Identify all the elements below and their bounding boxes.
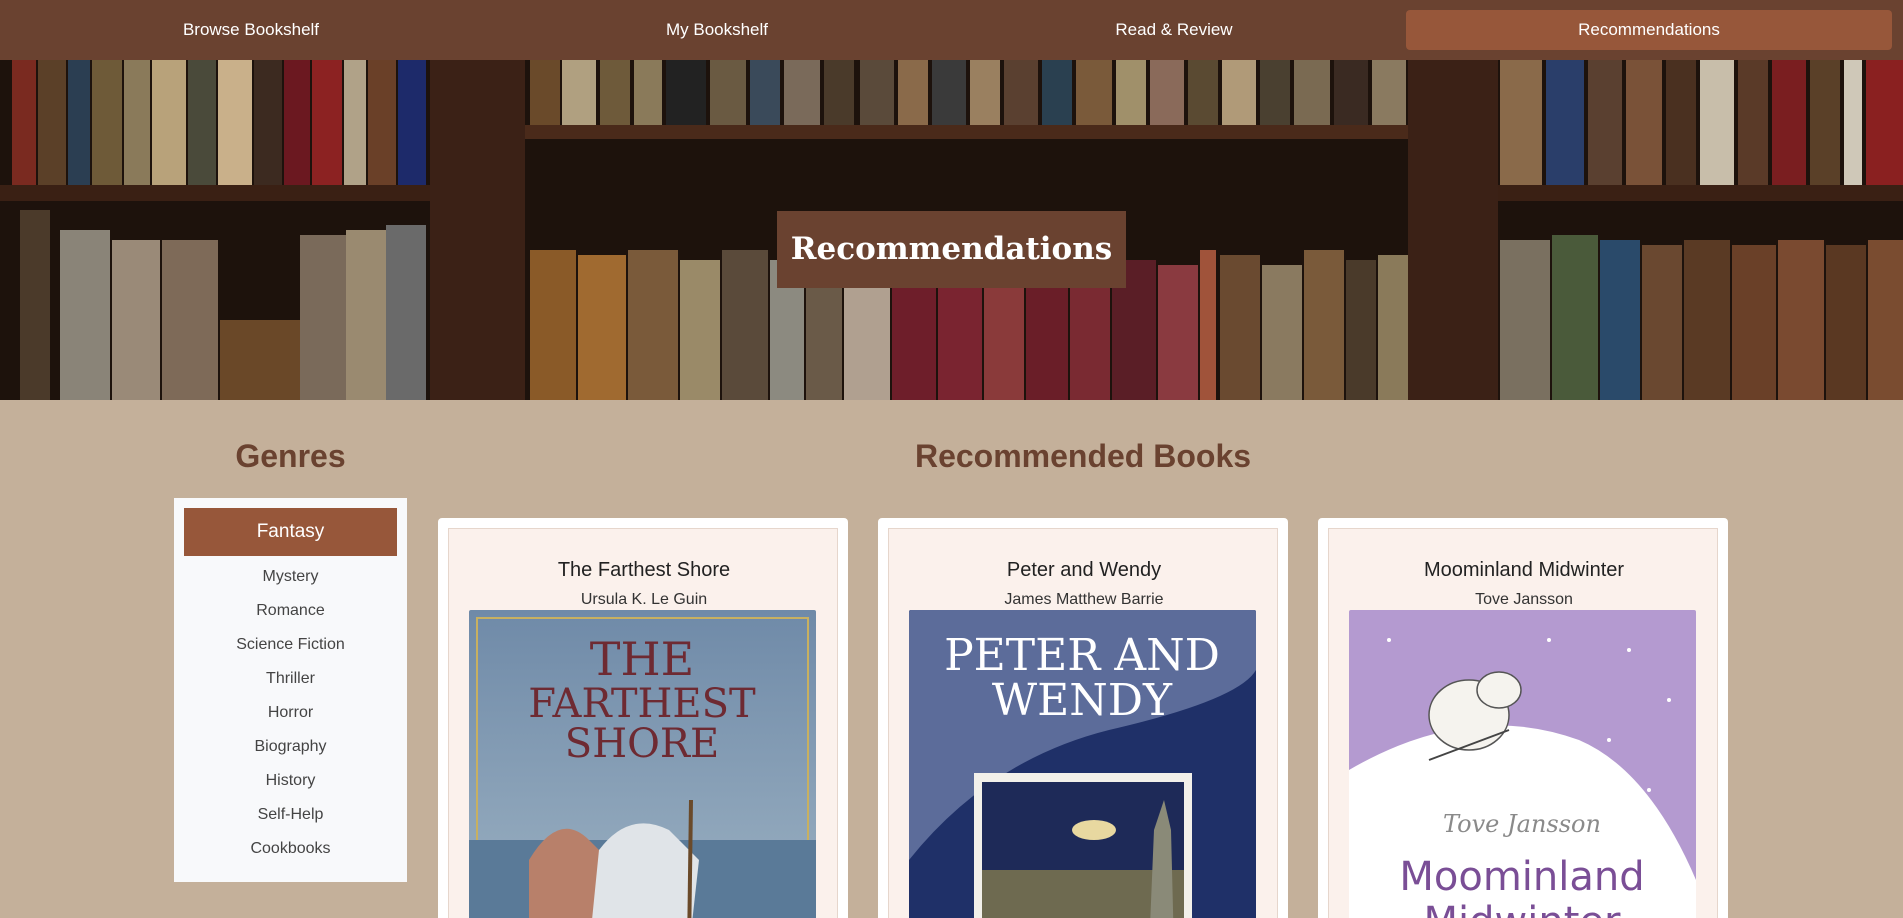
- book-author: Ursula K. Le Guin: [580, 591, 708, 608]
- genre-item-romance[interactable]: Romance: [174, 602, 407, 620]
- genre-item-thriller[interactable]: Thriller: [174, 670, 407, 688]
- genres-list: Fantasy Mystery Romance Science Fiction …: [174, 498, 407, 882]
- cover-title-line: Moominland: [1399, 854, 1644, 900]
- book-card[interactable]: The Farthest Shore Ursula K. Le Guin THE…: [438, 518, 848, 918]
- cover-title-line: Midwinter: [1424, 899, 1621, 918]
- hero-banner: Recommendations: [0, 60, 1903, 400]
- recommended-heading: Recommended Books: [914, 438, 1252, 474]
- book-title[interactable]: Peter and Wendy: [889, 559, 1279, 582]
- nav-read-review[interactable]: Read & Review: [932, 10, 1416, 50]
- book-card[interactable]: Peter and Wendy James Matthew Barrie PET…: [878, 518, 1288, 918]
- nav-recommendations[interactable]: Recommendations: [1406, 10, 1892, 50]
- book-cover-image[interactable]: THE FARTHEST SHORE: [469, 610, 816, 918]
- genre-item-self-help[interactable]: Self-Help: [174, 806, 407, 824]
- page-title: Recommendations: [777, 211, 1126, 288]
- genre-item-fantasy[interactable]: Fantasy: [184, 508, 397, 556]
- book-title[interactable]: Moominland Midwinter: [1329, 559, 1719, 582]
- book-card-body: Moominland Midwinter Tove Jansson Tove J…: [1328, 528, 1718, 918]
- cover-title-line: THE: [590, 632, 694, 686]
- book-author: Tove Jansson: [1475, 591, 1573, 608]
- genre-item-horror[interactable]: Horror: [174, 704, 407, 722]
- nav-browse-bookshelf[interactable]: Browse Bookshelf: [0, 10, 502, 50]
- book-title[interactable]: The Farthest Shore: [449, 559, 839, 582]
- cover-author-text: Tove Jansson: [1443, 810, 1601, 838]
- top-nav: Browse Bookshelf My Bookshelf Read & Rev…: [0, 0, 1903, 60]
- genre-item-history[interactable]: History: [174, 772, 407, 790]
- genre-item-science-fiction[interactable]: Science Fiction: [174, 636, 407, 654]
- cover-title-line: PETER AND: [944, 630, 1220, 681]
- book-card-body: The Farthest Shore Ursula K. Le Guin THE…: [448, 528, 838, 918]
- genre-item-cookbooks[interactable]: Cookbooks: [174, 840, 407, 858]
- nav-my-bookshelf[interactable]: My Bookshelf: [502, 10, 932, 50]
- book-card[interactable]: Moominland Midwinter Tove Jansson Tove J…: [1318, 518, 1728, 918]
- book-author: James Matthew Barrie: [1004, 591, 1164, 608]
- book-cover-image[interactable]: PETER AND WENDY: [909, 610, 1256, 918]
- genre-item-biography[interactable]: Biography: [174, 738, 407, 756]
- book-cover-image[interactable]: Tove Jansson Moominland Midwinter: [1349, 610, 1696, 918]
- book-card-body: Peter and Wendy James Matthew Barrie PET…: [888, 528, 1278, 918]
- genres-heading: Genres: [235, 438, 346, 474]
- cover-title-line: SHORE: [565, 721, 719, 767]
- cover-title-line: WENDY: [992, 675, 1173, 726]
- genre-item-mystery[interactable]: Mystery: [174, 568, 407, 586]
